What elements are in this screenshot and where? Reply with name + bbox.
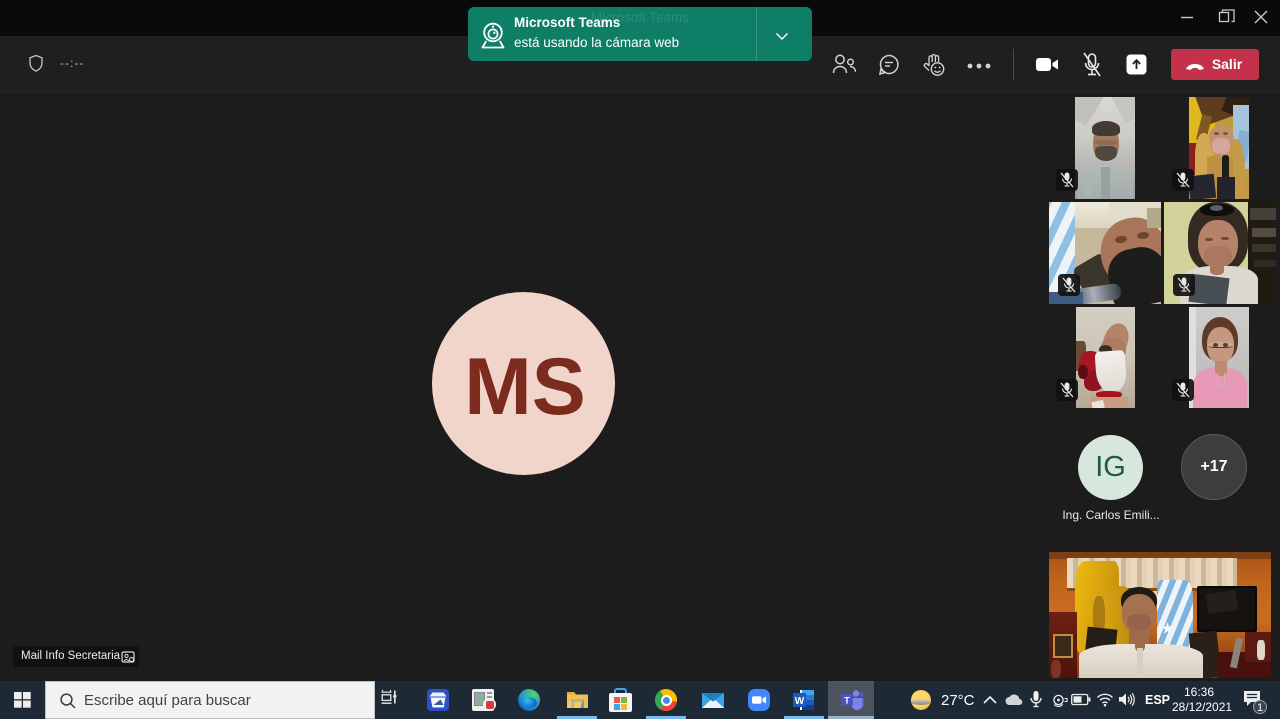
svg-text:W: W	[795, 696, 805, 707]
svg-text:T: T	[844, 696, 850, 706]
